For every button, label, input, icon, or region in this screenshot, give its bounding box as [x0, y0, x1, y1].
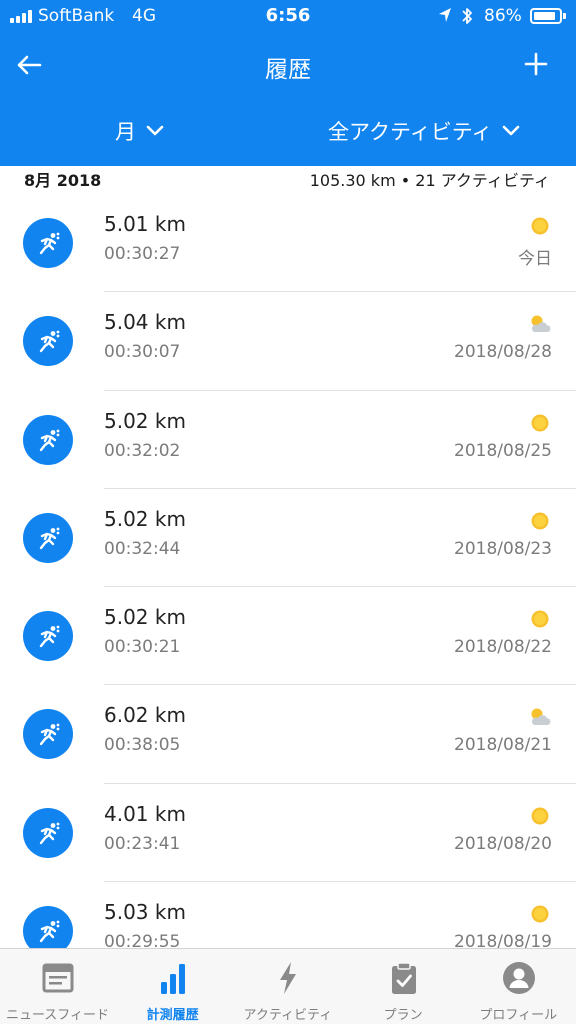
activity-date: 2018/08/22: [454, 637, 552, 658]
activity-date: 2018/08/19: [454, 932, 552, 948]
activity-row[interactable]: 5.03 km 00:29:55 2018/08/19: [0, 882, 576, 948]
activity-date: 2018/08/21: [454, 735, 552, 756]
summary-totals: 105.30 km • 21 アクティビティ: [309, 171, 550, 190]
tab-newsfeed[interactable]: ニュースフィード: [0, 949, 115, 1024]
battery-percent: 86%: [484, 6, 522, 26]
page-title: 履歴: [265, 57, 311, 83]
activity-row[interactable]: 4.01 km 00:23:41 2018/08/20: [0, 784, 576, 883]
running-icon: [23, 807, 73, 858]
activity-row[interactable]: 5.02 km 00:30:21 2018/08/22: [0, 587, 576, 686]
activity-distance: 5.04 km: [104, 310, 186, 335]
running-icon: [23, 316, 73, 367]
activity-duration: 00:29:55: [104, 932, 181, 948]
cloudy-weather-icon: [531, 708, 551, 726]
activity-date: 2018/08/20: [454, 833, 552, 854]
activity-list: 5.01 km 00:30:27 今日 5.04 km 00:30:07 201…: [0, 194, 576, 948]
activity-duration: 00:32:44: [104, 538, 181, 559]
month-summary: 8月 2018 105.30 km • 21 アクティビティ: [0, 166, 576, 192]
activity-distance: 5.02 km: [104, 506, 186, 531]
summary-month: 8月 2018: [24, 171, 102, 190]
activity-duration: 00:38:05: [104, 735, 181, 756]
running-icon: [23, 906, 73, 948]
activity-duration: 00:32:02: [104, 440, 181, 461]
activity-duration: 00:30:07: [104, 342, 181, 363]
activity-date: 2018/08/25: [454, 440, 552, 461]
activity-filter-label: 全アクティビティ: [328, 120, 493, 144]
running-icon: [23, 709, 73, 760]
activity-date: 2018/08/23: [454, 538, 552, 559]
activity-row[interactable]: 5.01 km 00:30:27 今日: [0, 194, 576, 293]
activity-row[interactable]: 5.02 km 00:32:02 2018/08/25: [0, 391, 576, 490]
tab-label: ニュースフィード: [5, 1008, 110, 1023]
clipboard-icon: [391, 962, 416, 994]
activity-duration: 00:30:27: [104, 244, 181, 264]
status-bar: SoftBank 4G 6:56 86%: [0, 0, 576, 34]
tab-bar-chart[interactable]: 計測履歴: [115, 949, 230, 1024]
activity-duration: 00:30:21: [104, 637, 181, 658]
period-filter-label: 月: [115, 120, 136, 144]
activity-duration: 00:23:41: [104, 833, 181, 854]
running-icon: [23, 414, 73, 465]
tab-lightning[interactable]: アクティビティ: [230, 949, 345, 1024]
plus-icon[interactable]: [522, 50, 550, 78]
battery-tip: [563, 13, 566, 19]
activity-distance: 5.02 km: [104, 408, 186, 433]
activity-filter-dropdown[interactable]: 全アクティビティ: [328, 116, 520, 146]
battery-icon: [530, 8, 562, 24]
running-icon: [23, 218, 73, 268]
sunny-weather-icon: [531, 512, 549, 530]
activity-distance: 5.03 km: [104, 900, 186, 925]
sunny-weather-icon: [531, 905, 549, 923]
location-arrow-icon: [439, 8, 451, 22]
tab-label: 計測履歴: [146, 1008, 199, 1023]
chevron-down-icon: [503, 125, 520, 136]
bar-chart-icon: [161, 964, 186, 994]
activity-distance: 4.01 km: [104, 801, 186, 826]
period-filter-dropdown[interactable]: 月: [115, 116, 164, 146]
activity-row[interactable]: 6.02 km 00:38:05 2018/08/21: [0, 685, 576, 785]
activity-distance: 6.02 km: [104, 703, 186, 728]
activity-date: 今日: [518, 249, 552, 269]
tab-clipboard[interactable]: プラン: [346, 949, 461, 1024]
sunny-weather-icon: [531, 610, 549, 628]
bluetooth-icon: [462, 8, 472, 24]
tab-profile[interactable]: プロフィール: [461, 949, 576, 1024]
sunny-weather-icon: [531, 414, 549, 432]
sunny-weather-icon: [531, 217, 549, 235]
activity-row[interactable]: 5.04 km 00:30:07 2018/08/28: [0, 292, 576, 391]
activity-distance: 5.01 km: [104, 212, 186, 236]
lightning-icon: [280, 962, 297, 994]
activity-distance: 5.02 km: [104, 605, 186, 630]
chevron-down-icon: [146, 125, 164, 136]
activity-row[interactable]: 5.02 km 00:32:44 2018/08/23: [0, 489, 576, 588]
running-icon: [23, 512, 73, 563]
sunny-weather-icon: [531, 807, 549, 825]
newsfeed-icon: [42, 963, 74, 993]
running-icon: [23, 611, 73, 662]
cloudy-weather-icon: [531, 315, 551, 333]
tab-label: プラン: [383, 1008, 423, 1023]
bottom-tab-bar: ニュースフィード 計測履歴 アクティビティ プラン プロフィール: [0, 948, 576, 1024]
app-header: SoftBank 4G 6:56 86% 履歴 月 全アクティビティ: [0, 0, 576, 166]
tab-label: プロフィール: [479, 1008, 558, 1023]
activity-date: 2018/08/28: [454, 342, 552, 363]
profile-icon: [502, 962, 535, 994]
tab-label: アクティビティ: [243, 1008, 333, 1023]
